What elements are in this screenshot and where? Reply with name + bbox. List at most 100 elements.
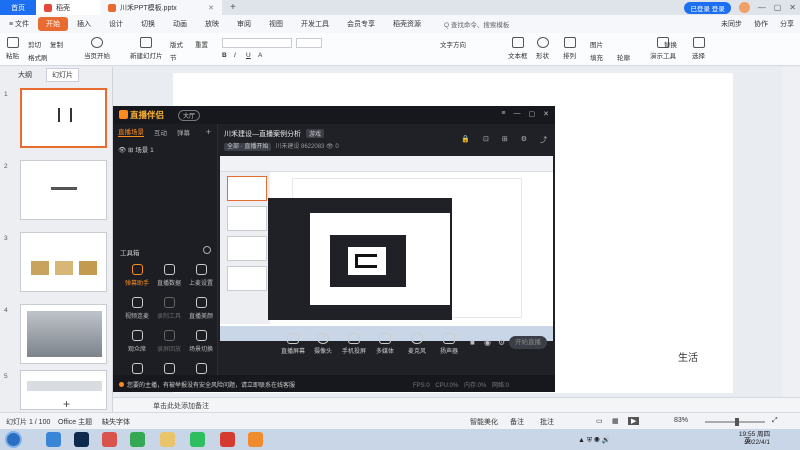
copy-button[interactable]: 复制 <box>50 39 63 49</box>
tab-live-scene[interactable]: 直播场景 <box>118 126 144 137</box>
start-live-button[interactable]: 开始直播 <box>509 336 547 349</box>
tool-button[interactable]: 场景切换 <box>183 330 219 353</box>
normal-view-icon[interactable]: ▭ <box>596 417 603 425</box>
tab-outline[interactable]: 大纲 <box>18 70 32 80</box>
record-icon[interactable]: ⊡ <box>483 135 489 145</box>
minimize-icon[interactable]: — <box>514 110 521 118</box>
system-clock[interactable]: 19:55 周四 2022/4/1 <box>739 431 770 447</box>
menu-file[interactable]: ≡ 文件 <box>0 19 38 29</box>
slide-thumbnail-4[interactable] <box>20 304 107 364</box>
room-status-pill[interactable]: 全部 · 直播开始 <box>224 143 272 151</box>
tab-docer[interactable]: 稻壳 <box>36 0 100 15</box>
menu-item-slideshow[interactable]: 放映 <box>196 19 228 29</box>
close-icon[interactable]: ✕ <box>543 110 549 118</box>
new-tab-button[interactable]: + <box>230 2 236 13</box>
layout-icon[interactable]: ⊞ <box>502 135 508 145</box>
zoom-level[interactable]: 83% <box>674 417 688 424</box>
comments-button[interactable]: 批注 <box>540 417 554 427</box>
risk-warning[interactable]: 您要的主播，有被举报没有安全风险问题，请立即联系在线客服 <box>119 380 295 389</box>
share-button[interactable]: 分享 <box>780 19 794 29</box>
tool-button[interactable]: 视频连麦 <box>119 297 155 320</box>
tab-presentation-file[interactable]: 川禾PPT模板.pptx ✕ <box>100 0 222 15</box>
menu-item-view[interactable]: 视图 <box>260 19 292 29</box>
italic-button[interactable]: I <box>234 52 236 59</box>
camera-toggle-icon[interactable]: ■ <box>470 338 475 347</box>
menu-item-transition[interactable]: 切换 <box>132 19 164 29</box>
tool-button[interactable]: 录屏回放 <box>151 330 187 353</box>
app-icon[interactable] <box>102 432 117 447</box>
arrange-button[interactable]: 排列 <box>563 37 576 60</box>
menu-icon[interactable]: ≡ <box>501 110 505 118</box>
menu-item-home[interactable]: 开始 <box>38 17 69 31</box>
avatar[interactable] <box>738 2 750 13</box>
tool-button[interactable]: 直播数据 <box>151 264 187 287</box>
missing-font-button[interactable]: 缺失字体 <box>102 417 130 427</box>
maximize-button[interactable]: ▢ <box>774 3 782 12</box>
select-button[interactable]: 选择 <box>692 37 705 60</box>
notes-button[interactable]: 备注 <box>510 417 524 427</box>
close-tab-icon[interactable]: ✕ <box>208 4 214 12</box>
menu-item-developer[interactable]: 开发工具 <box>292 19 338 29</box>
section-button[interactable]: 节 <box>170 52 177 62</box>
shape-button[interactable]: 形状 <box>536 37 549 60</box>
zoom-thumb[interactable] <box>735 418 739 426</box>
wps-icon[interactable] <box>220 432 235 447</box>
tab-home[interactable]: 首页 <box>0 0 36 15</box>
speaker-button[interactable]: 扬声器 <box>432 333 466 355</box>
textbox-button[interactable]: 文本框 <box>508 37 528 60</box>
font-size-select[interactable] <box>296 38 322 48</box>
new-slide-button[interactable]: 新建幻灯片 <box>130 37 163 60</box>
format-painter-button[interactable]: 格式刷 <box>28 52 48 62</box>
room-tag[interactable]: 游戏 <box>306 129 325 138</box>
start-button[interactable] <box>5 431 22 448</box>
play-slideshow-icon[interactable]: ▶ <box>628 417 640 425</box>
close-button[interactable]: ✕ <box>789 3 796 12</box>
slide-thumbnail-1[interactable] <box>20 88 107 148</box>
phone-cast-button[interactable]: 手机投屏 <box>337 333 371 355</box>
notes-pane[interactable]: 单击此处添加备注 <box>113 397 800 412</box>
picture-button[interactable]: 图片 <box>590 39 603 49</box>
outline-button[interactable]: 轮廓 <box>617 52 630 62</box>
slide-thumbnail-2[interactable] <box>20 160 107 220</box>
play-from-current-button[interactable]: 当页开始 <box>84 37 110 60</box>
sync-status[interactable]: 未同步 <box>721 19 742 29</box>
tab-slides[interactable]: 幻灯片 <box>46 68 79 82</box>
tool-button[interactable]: 上麦设置 <box>183 264 219 287</box>
tab-interaction[interactable]: 互动 <box>154 127 167 137</box>
stream-preview[interactable] <box>220 156 553 341</box>
font-color-button[interactable]: A <box>258 52 262 59</box>
paste-button[interactable]: 粘贴 <box>6 37 19 60</box>
settings-icon[interactable]: ⚙ <box>521 135 527 145</box>
fill-button[interactable]: 填充 <box>590 52 603 62</box>
camera-button[interactable]: 摄像头 <box>306 333 340 355</box>
add-slide-button[interactable]: + <box>63 397 70 411</box>
live-companion-icon[interactable] <box>248 432 263 447</box>
cut-button[interactable]: 剪切 <box>28 39 41 49</box>
fit-window-icon[interactable]: ⤢ <box>772 417 778 425</box>
command-search[interactable]: Q 查找命令、搜索模板 <box>444 19 509 29</box>
menu-item-review[interactable]: 审阅 <box>228 19 260 29</box>
menu-item-member[interactable]: 会员专享 <box>338 19 384 29</box>
folder-icon[interactable] <box>160 432 175 447</box>
replace-button[interactable]: 替换 <box>664 39 677 49</box>
tool-button[interactable]: 弹幕助手 <box>119 264 155 287</box>
add-scene-button[interactable]: + <box>206 127 211 137</box>
login-button[interactable]: 已登录 登录 <box>684 1 731 14</box>
wechat-icon[interactable] <box>190 432 205 447</box>
menu-item-design[interactable]: 设计 <box>100 19 132 29</box>
tool-button[interactable]: 录制工具 <box>151 297 187 320</box>
bold-button[interactable]: B <box>222 52 227 59</box>
underline-button[interactable]: U <box>246 52 251 59</box>
settings-toggle-icon[interactable]: ⚙ <box>498 338 505 347</box>
beautify-button[interactable]: 智能美化 <box>470 417 498 427</box>
refresh-icon[interactable] <box>203 246 211 254</box>
menu-item-docer[interactable]: 稻壳资源 <box>384 19 430 29</box>
share-icon[interactable]: ⤴ <box>540 135 547 145</box>
photoshop-icon[interactable] <box>74 432 89 447</box>
scene-item[interactable]: 👁 ⊞ 场景 1 <box>118 144 154 154</box>
menu-item-animation[interactable]: 动画 <box>164 19 196 29</box>
tab-danmaku[interactable]: 弹幕 <box>177 127 190 137</box>
slide-thumbnail-3[interactable] <box>20 232 107 292</box>
text-direction-button[interactable]: 文字方向 <box>440 39 466 49</box>
maximize-icon[interactable]: ▢ <box>529 110 536 118</box>
